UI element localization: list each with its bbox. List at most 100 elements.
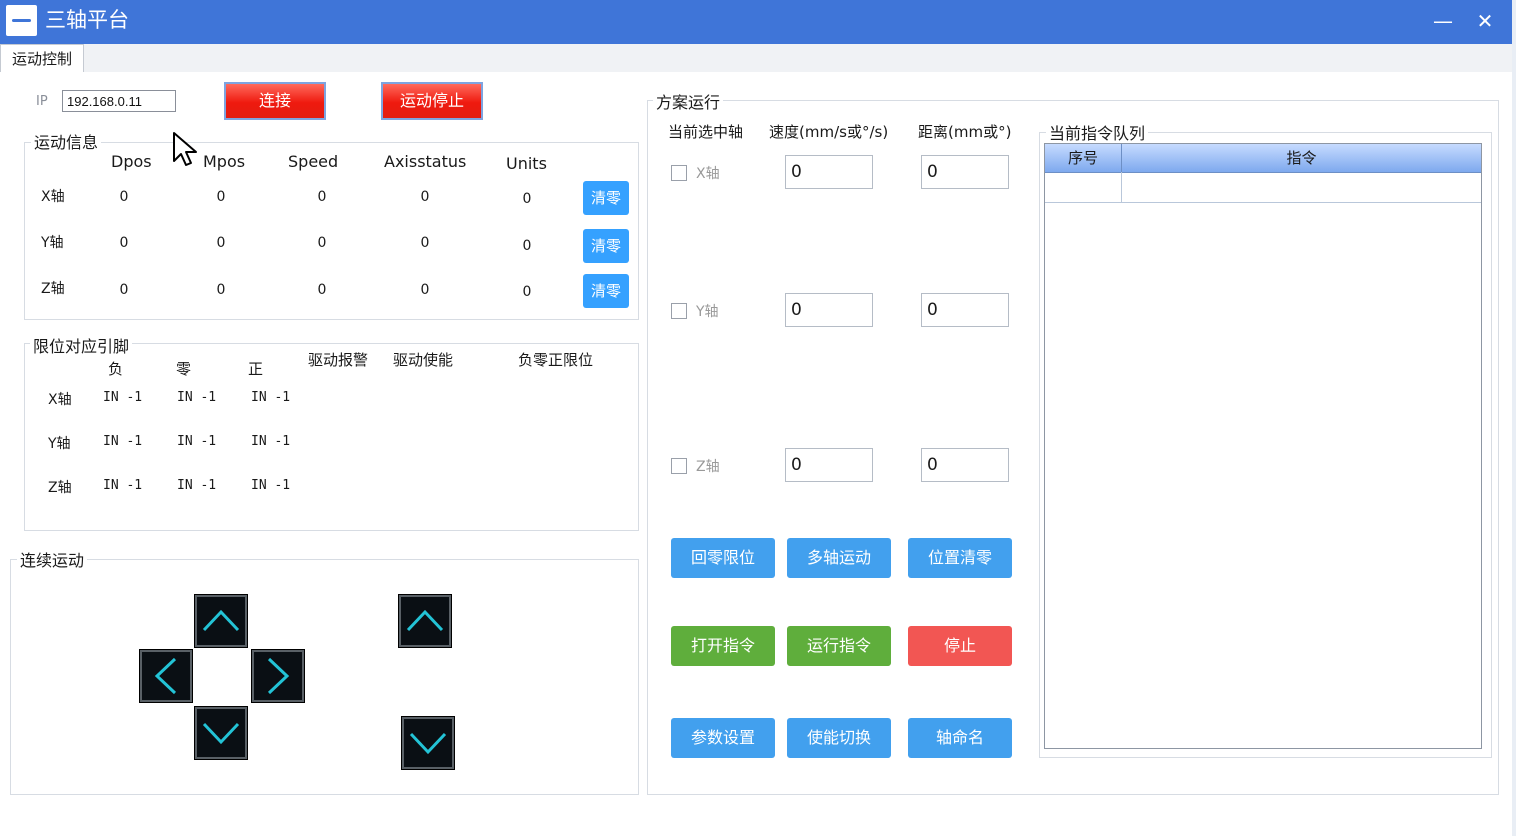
ip-input[interactable] xyxy=(62,90,176,112)
y-mpos: 0 xyxy=(216,235,226,251)
jog-y-plus-button[interactable] xyxy=(194,594,248,648)
x-dpos: 0 xyxy=(119,189,129,205)
x-distance-input[interactable]: 0 xyxy=(921,155,1009,189)
app-logo-icon xyxy=(6,5,37,36)
home-limit-button[interactable]: 回零限位 xyxy=(671,538,775,578)
queue-header: 序号 指令 xyxy=(1045,144,1481,173)
limits-header-zero: 零 xyxy=(176,360,192,378)
app-window: 三轴平台 — ✕ 运动控制 IP 连接 运动停止 运动信息 Dpos Mpos … xyxy=(0,0,1512,836)
position-zero-button[interactable]: 位置清零 xyxy=(908,538,1012,578)
y-speed: 0 xyxy=(317,235,327,251)
continuous-motion-group xyxy=(10,559,639,795)
chevron-down-icon xyxy=(202,722,240,745)
y-speed-input[interactable]: 0 xyxy=(785,293,873,327)
jog-z-plus-button[interactable] xyxy=(398,594,452,648)
jog-x-minus-button[interactable] xyxy=(139,649,193,703)
chevron-up-icon xyxy=(202,609,240,632)
tab-motion-control[interactable]: 运动控制 xyxy=(0,44,84,74)
plan-run-title: 方案运行 xyxy=(653,89,724,113)
connect-button[interactable]: 连接 xyxy=(224,82,326,120)
z-distance-input[interactable]: 0 xyxy=(921,448,1009,482)
axis-naming-button[interactable]: 轴命名 xyxy=(908,718,1012,758)
z-mpos: 0 xyxy=(216,282,226,298)
run-command-button[interactable]: 运行指令 xyxy=(787,626,891,666)
limits-header-drive-enable: 驱动使能 xyxy=(393,351,454,369)
limits-z-zero: IN -1 xyxy=(177,478,217,493)
close-button[interactable]: ✕ xyxy=(1468,6,1502,36)
limits-header-pos: 正 xyxy=(248,360,264,378)
limits-row-y-axis: Y轴 xyxy=(48,436,71,452)
limits-title: 限位对应引脚 xyxy=(30,333,133,357)
limits-header-drive-alarm: 驱动报警 xyxy=(308,351,369,369)
z-axis-checkbox[interactable] xyxy=(671,458,687,474)
parameter-settings-button[interactable]: 参数设置 xyxy=(671,718,775,758)
x-axis-check-label: X轴 xyxy=(696,166,720,182)
jog-y-minus-button[interactable] xyxy=(194,706,248,760)
row-axis-y: Y轴 xyxy=(41,235,64,251)
z-speed-input[interactable]: 0 xyxy=(785,448,873,482)
multi-axis-motion-button[interactable]: 多轴运动 xyxy=(787,538,891,578)
limits-x-pos: IN -1 xyxy=(251,390,291,405)
zero-button-y[interactable]: 清零 xyxy=(583,229,629,263)
zero-button-z[interactable]: 清零 xyxy=(583,274,629,308)
row-axis-z: Z轴 xyxy=(41,281,65,297)
title-bar: 三轴平台 — ✕ xyxy=(0,0,1512,44)
col-selected-axis: 当前选中轴 xyxy=(668,123,744,141)
ip-label: IP xyxy=(36,94,48,109)
x-speed: 0 xyxy=(317,189,327,205)
command-queue-list[interactable]: 序号 指令 xyxy=(1044,143,1482,749)
y-axis-check-label: Y轴 xyxy=(696,304,719,320)
zero-button-x[interactable]: 清零 xyxy=(583,181,629,215)
jog-z-minus-button[interactable] xyxy=(401,716,455,770)
continuous-motion-title: 连续运动 xyxy=(17,547,88,571)
limits-y-neg: IN -1 xyxy=(103,434,143,449)
y-axisstatus: 0 xyxy=(420,235,430,251)
header-dpos: Dpos xyxy=(111,152,152,171)
z-units: 0 xyxy=(522,284,532,300)
command-queue-title: 当前指令队列 xyxy=(1046,120,1149,144)
limits-z-neg: IN -1 xyxy=(103,478,143,493)
limits-row-x-axis: X轴 xyxy=(48,392,72,408)
header-speed: Speed xyxy=(288,152,339,171)
limits-y-pos: IN -1 xyxy=(251,434,291,449)
queue-col-command: 指令 xyxy=(1286,149,1317,167)
header-mpos: Mpos xyxy=(203,152,246,171)
queue-col-index: 序号 xyxy=(1045,144,1122,172)
enable-switch-button[interactable]: 使能切换 xyxy=(787,718,891,758)
limits-x-neg: IN -1 xyxy=(103,390,143,405)
jog-x-plus-button[interactable] xyxy=(251,649,305,703)
col-speed: 速度(mm/s或°/s) xyxy=(769,123,889,141)
limits-row-z-axis: Z轴 xyxy=(48,480,72,496)
header-axisstatus: Axisstatus xyxy=(384,152,467,171)
mouse-cursor-icon xyxy=(173,132,197,166)
chevron-left-icon xyxy=(154,657,177,695)
limits-x-zero: IN -1 xyxy=(177,390,217,405)
x-mpos: 0 xyxy=(216,189,226,205)
chevron-down-icon xyxy=(409,732,447,755)
row-axis-x: X轴 xyxy=(41,189,65,205)
queue-row-divider xyxy=(1121,172,1122,202)
header-units: Units xyxy=(506,154,547,173)
x-axisstatus: 0 xyxy=(420,189,430,205)
x-units: 0 xyxy=(522,191,532,207)
stop-button[interactable]: 停止 xyxy=(908,626,1012,666)
limits-header-neg: 负 xyxy=(108,360,124,378)
y-axis-checkbox[interactable] xyxy=(671,303,687,319)
y-distance-input[interactable]: 0 xyxy=(921,293,1009,327)
queue-new-row[interactable] xyxy=(1045,172,1481,203)
open-command-button[interactable]: 打开指令 xyxy=(671,626,775,666)
stop-motion-button[interactable]: 运动停止 xyxy=(381,82,483,120)
x-speed-input[interactable]: 0 xyxy=(785,155,873,189)
z-axisstatus: 0 xyxy=(420,282,430,298)
window-title: 三轴平台 xyxy=(45,8,129,32)
tab-content: IP 连接 运动停止 运动信息 Dpos Mpos Speed Axisstat… xyxy=(0,72,1512,836)
y-units: 0 xyxy=(522,238,532,254)
limits-header-nzp-limit: 负零正限位 xyxy=(518,351,594,369)
minimize-button[interactable]: — xyxy=(1426,6,1460,36)
chevron-right-icon xyxy=(267,657,290,695)
z-dpos: 0 xyxy=(119,282,129,298)
tab-strip: 运动控制 xyxy=(0,44,1512,74)
x-axis-checkbox[interactable] xyxy=(671,165,687,181)
col-distance: 距离(mm或°) xyxy=(918,123,1012,141)
limits-z-pos: IN -1 xyxy=(251,478,291,493)
